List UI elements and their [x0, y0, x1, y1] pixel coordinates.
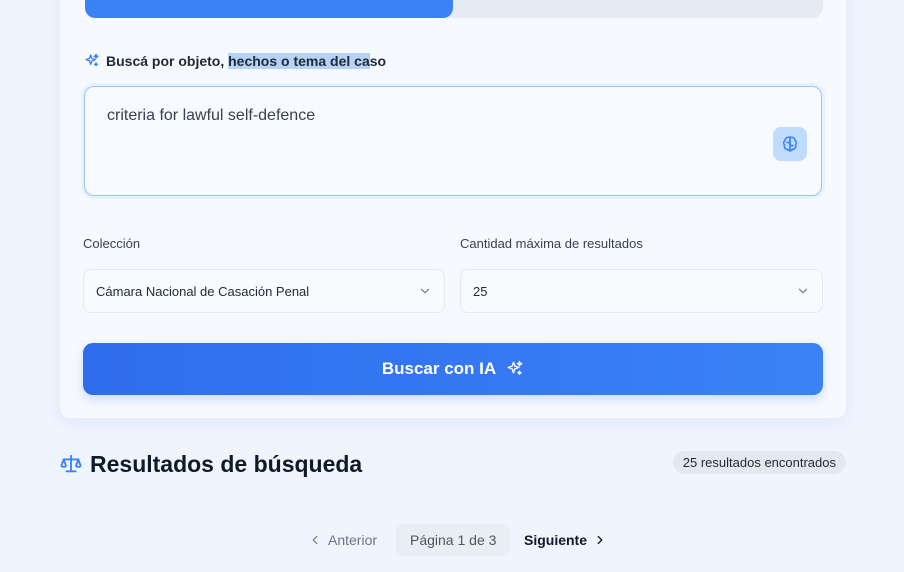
collection-value: Cámara Nacional de Casación Penal [96, 283, 310, 299]
collection-select[interactable]: Cámara Nacional de Casación Penal [83, 269, 445, 313]
chevron-right-icon [597, 535, 603, 545]
page-indicator: Página 1 de 3 [396, 524, 511, 556]
tab-inactive[interactable] [453, 0, 823, 18]
search-mode-tabs [85, 0, 823, 18]
results-count-badge: 25 resultados encontrados [672, 451, 846, 474]
tab-active[interactable] [85, 0, 453, 18]
prev-page-label: Anterior [328, 532, 378, 548]
chevron-down-icon [798, 288, 808, 294]
prev-page-button[interactable]: Anterior [308, 524, 377, 556]
query-label-selected: hechos o tema del ca [228, 53, 370, 69]
brain-icon [782, 136, 798, 152]
scale-icon [60, 454, 82, 473]
results-heading: Resultados de búsqueda [60, 448, 362, 480]
search-button-label: Buscar con IA [381, 359, 497, 378]
max-results-label: Cantidad máxima de resultados [460, 236, 643, 251]
query-text[interactable]: criteria for lawful self-defence [107, 107, 315, 125]
ai-mode-button[interactable] [773, 127, 807, 161]
next-page-label: Siguiente [524, 532, 588, 548]
sparkle-icon [85, 53, 99, 67]
sparkle-icon [507, 360, 523, 375]
results-title: Resultados de búsqueda [90, 450, 363, 477]
collection-label: Colección [83, 236, 141, 251]
chevron-down-icon [420, 288, 430, 294]
next-page-button[interactable]: Siguiente [524, 524, 607, 556]
query-label: Buscá por objeto, hechos o tema del caso [84, 51, 386, 71]
max-results-select[interactable]: 25 [460, 269, 823, 313]
search-ai-button[interactable]: Buscar con IA [83, 343, 823, 395]
query-label-end: so [369, 53, 387, 69]
max-results-value: 25 [473, 283, 488, 299]
chevron-left-icon [312, 535, 318, 545]
query-label-text: Buscá por objeto, [106, 53, 229, 69]
query-textarea[interactable]: criteria for lawful self-defence [84, 86, 822, 196]
